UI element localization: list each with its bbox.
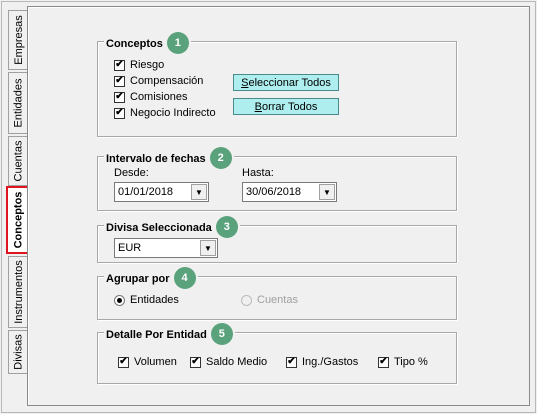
- checkbox-volumen[interactable]: ✔ Volumen: [118, 356, 177, 368]
- checkbox-label: Tipo %: [394, 356, 428, 368]
- group-title-text: Conceptos: [106, 38, 163, 50]
- tab-label: Entidades: [12, 78, 25, 128]
- tab-entidades[interactable]: Entidades: [8, 72, 28, 134]
- to-label: Hasta:: [242, 167, 274, 179]
- select-all-button[interactable]: Seleccionar Todos: [233, 74, 339, 91]
- group-title-text: Agrupar por: [106, 273, 170, 285]
- check-icon: ✔: [286, 356, 297, 368]
- checkbox-tipo-porcentaje[interactable]: ✔ Tipo %: [378, 356, 428, 368]
- tab-label: Cuentas: [12, 140, 25, 182]
- button-label: orrar Todos: [261, 100, 318, 113]
- clear-all-button[interactable]: Borrar Todos: [233, 98, 339, 115]
- checkbox-comisiones[interactable]: ✔ Comisiones: [114, 91, 187, 103]
- radio-selected-icon: [114, 294, 125, 306]
- tab-label: Conceptos: [12, 191, 24, 249]
- tab-divisas[interactable]: Divisas: [8, 330, 28, 374]
- group-title-text: Detalle Por Entidad: [106, 329, 207, 341]
- group-agrupar-por: Agrupar por 4 Entidades Cuentas: [97, 267, 457, 320]
- to-date-picker[interactable]: 30/06/2018 ▼: [242, 182, 337, 202]
- checkbox-label: Volumen: [134, 356, 177, 368]
- chevron-down-icon[interactable]: ▼: [191, 184, 207, 200]
- group-detalle-entidad: Detalle Por Entidad 5 ✔ Volumen ✔ Saldo …: [97, 323, 457, 384]
- checkbox-label: Ing./Gastos: [302, 356, 359, 368]
- radio-label: Entidades: [130, 294, 179, 306]
- radio-label: Cuentas: [257, 294, 298, 306]
- radio-cuentas[interactable]: Cuentas: [241, 294, 298, 306]
- step-badge: 5: [210, 323, 233, 345]
- date-value: 30/06/2018: [246, 186, 302, 198]
- checkbox-label: Negocio Indirecto: [130, 107, 216, 119]
- step-badge: 4: [173, 267, 196, 289]
- tab-cuentas[interactable]: Cuentas: [8, 136, 28, 186]
- currency-select[interactable]: EUR ▼: [114, 238, 218, 258]
- checkbox-label: Riesgo: [130, 59, 165, 71]
- chevron-down-icon[interactable]: ▼: [200, 240, 216, 256]
- check-icon: ✔: [190, 356, 201, 368]
- currency-value: EUR: [118, 242, 142, 254]
- step-badge: 1: [166, 32, 189, 54]
- check-icon: ✔: [378, 356, 389, 368]
- from-label: Desde:: [114, 167, 149, 179]
- accelerator-key: S: [241, 76, 249, 89]
- from-date-picker[interactable]: 01/01/2018 ▼: [114, 182, 209, 202]
- group-divisa: Divisa Seleccionada 3 EUR ▼: [97, 216, 457, 263]
- button-label: eleccionar Todos: [248, 76, 331, 89]
- group-title: Detalle Por Entidad 5: [104, 323, 235, 345]
- tab-label: Empresas: [12, 15, 25, 65]
- chevron-down-icon[interactable]: ▼: [319, 184, 335, 200]
- check-icon: ✔: [118, 356, 129, 368]
- group-title-text: Intervalo de fechas: [106, 153, 206, 165]
- step-badge: 3: [215, 216, 238, 238]
- group-title-text: Divisa Seleccionada: [106, 222, 212, 234]
- checkbox-saldo-medio[interactable]: ✔ Saldo Medio: [190, 356, 267, 368]
- group-intervalo-fechas: Intervalo de fechas 2 Desde: 01/01/2018 …: [97, 147, 457, 211]
- check-icon: ✔: [114, 75, 125, 87]
- checkbox-label: Saldo Medio: [206, 356, 268, 368]
- check-icon: ✔: [114, 107, 125, 119]
- date-value: 01/01/2018: [118, 186, 174, 198]
- checkbox-label: Comisiones: [130, 91, 188, 103]
- tab-label: Instrumentos: [12, 260, 25, 324]
- radio-entidades[interactable]: Entidades: [114, 294, 179, 306]
- group-title: Agrupar por 4: [104, 267, 198, 289]
- tab-empresas[interactable]: Empresas: [8, 10, 28, 70]
- checkbox-negocio-indirecto[interactable]: ✔ Negocio Indirecto: [114, 107, 216, 119]
- group-title: Divisa Seleccionada 3: [104, 216, 240, 238]
- checkbox-compensacion[interactable]: ✔ Compensación: [114, 75, 203, 87]
- check-icon: ✔: [114, 91, 125, 103]
- tab-instrumentos[interactable]: Instrumentos: [8, 256, 28, 328]
- radio-unselected-icon: [241, 294, 252, 306]
- step-badge: 2: [209, 147, 232, 169]
- tab-label: Divisas: [12, 334, 25, 370]
- checkbox-riesgo[interactable]: ✔ Riesgo: [114, 59, 164, 71]
- group-title: Conceptos 1: [104, 32, 191, 54]
- checkbox-label: Compensación: [130, 75, 204, 87]
- group-title: Intervalo de fechas 2: [104, 147, 234, 169]
- group-conceptos: Conceptos 1 ✔ Riesgo ✔ Compensación ✔ Co…: [97, 32, 457, 137]
- checkbox-ing-gastos[interactable]: ✔ Ing./Gastos: [286, 356, 358, 368]
- check-icon: ✔: [114, 59, 125, 71]
- accelerator-key: B: [254, 100, 262, 113]
- vertical-tab-strip: Empresas Entidades Cuentas Conceptos Ins…: [6, 6, 30, 376]
